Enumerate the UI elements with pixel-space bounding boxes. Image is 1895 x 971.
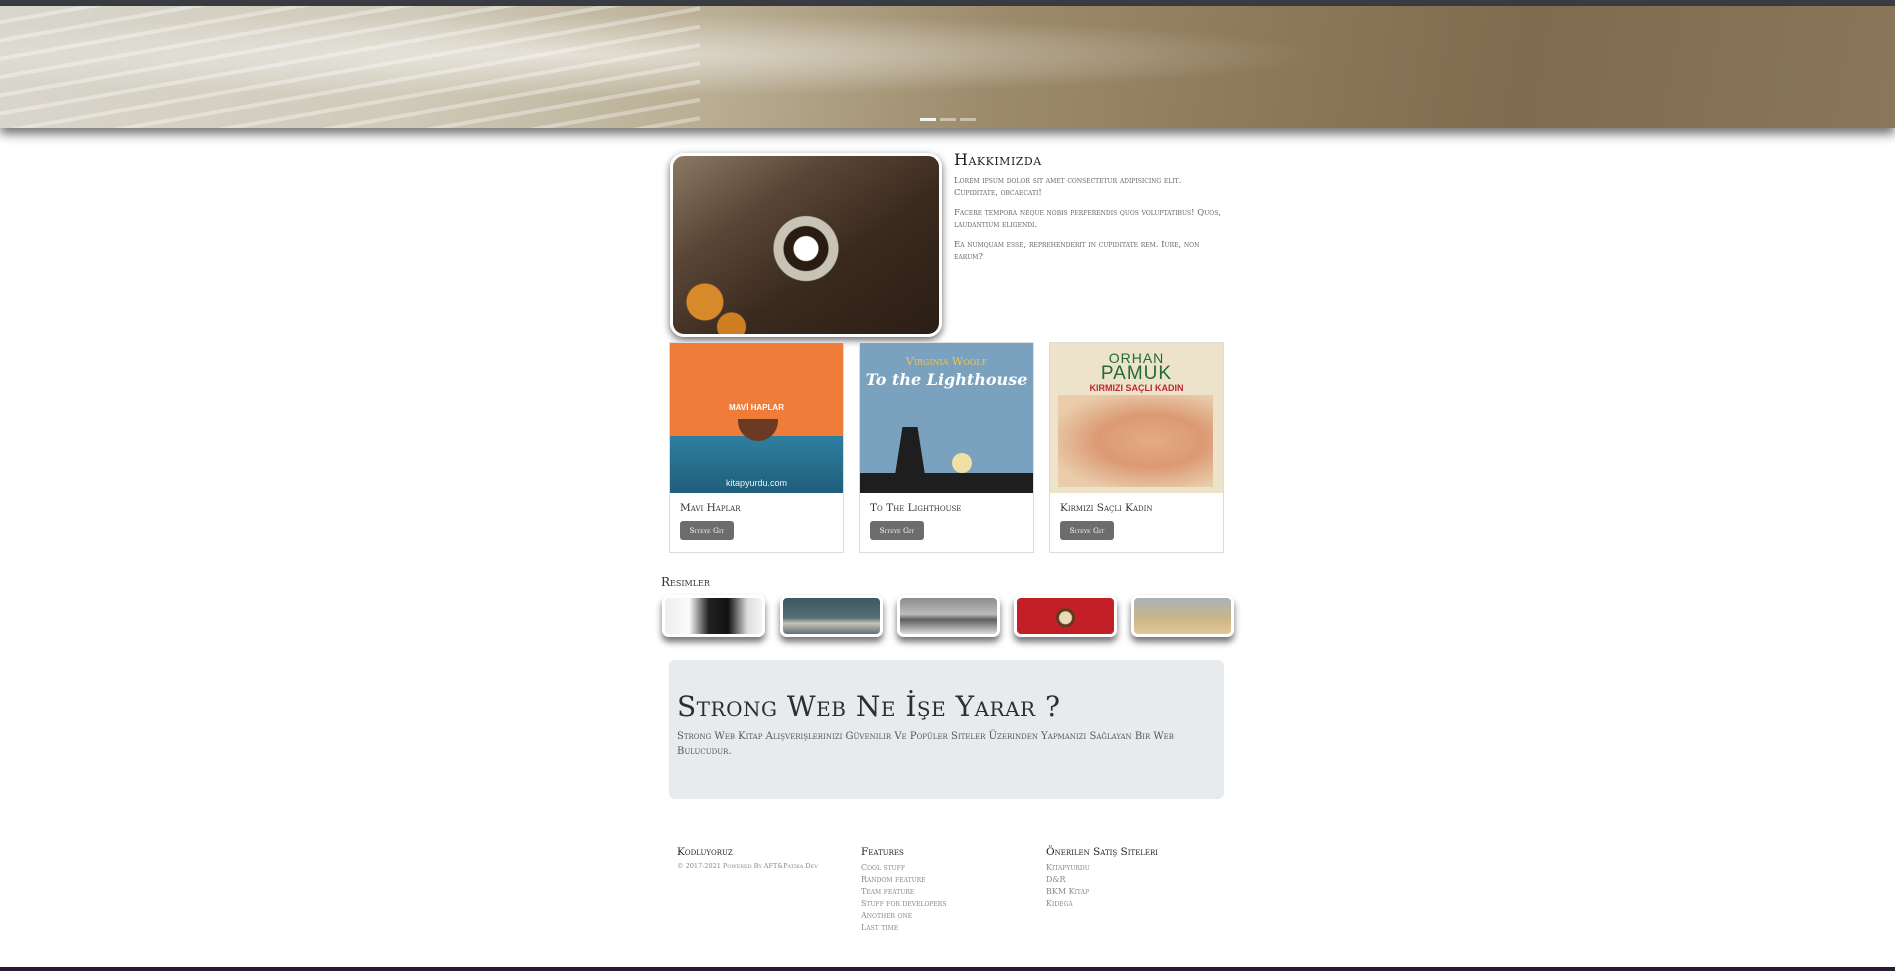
- bottom-bar: [0, 967, 1895, 971]
- footer-link[interactable]: BKM Kitap: [1046, 886, 1158, 898]
- footer-copyright: © 2017-2021 Powered By AFT&Patika Dev: [677, 862, 818, 870]
- gallery-thumb-coffee[interactable]: [1014, 595, 1117, 637]
- footer-link[interactable]: Last time: [861, 922, 946, 934]
- book-cover: Virginia Woolf To the Lighthouse: [860, 343, 1033, 493]
- about-image: [670, 153, 942, 337]
- footer-features: Features Cool stuff Random feature Team …: [861, 846, 946, 934]
- moon-illustration: [952, 453, 972, 473]
- gallery-thumb-clouds[interactable]: [780, 595, 883, 637]
- book-card-mavi-haplar: MAVİ HAPLAR kitapyurdu.com Mavi Haplar S…: [669, 342, 844, 553]
- carousel-indicator-2[interactable]: [940, 118, 956, 121]
- cover-site: kitapyurdu.com: [725, 478, 788, 488]
- hero-image: [0, 6, 700, 128]
- footer-sites-title: Önerilen Satiş Siteleri: [1046, 846, 1159, 858]
- gallery-thumb-lighthouse[interactable]: [897, 595, 1000, 637]
- gallery-thumb-woman[interactable]: [1131, 595, 1234, 637]
- book-card-to-the-lighthouse: Virginia Woolf To the Lighthouse To The …: [859, 342, 1034, 553]
- cover-author-last: PAMUK: [1100, 363, 1173, 384]
- siteye-git-button[interactable]: Siteye Git: [1060, 521, 1114, 540]
- lighthouse-illustration: [895, 427, 925, 475]
- footer-link[interactable]: Kidega: [1046, 898, 1158, 910]
- jumbotron-text: Strong Web Kitap Alişverişlerinizi Güven…: [677, 731, 1174, 757]
- about-paragraph-1: Lorem ipsum dolor sit amet consectetur a…: [954, 176, 1182, 198]
- footer-sites: Önerilen Satiş Siteleri Kitapyurdu D&R B…: [1046, 846, 1158, 910]
- footer-link[interactable]: Team feature: [861, 886, 946, 898]
- siteye-git-button[interactable]: Siteye Git: [680, 521, 734, 540]
- cover-title: To the Lighthouse: [865, 370, 1028, 389]
- portrait-illustration: [1058, 395, 1213, 487]
- gallery-title: Resimler: [661, 575, 710, 589]
- footer-link[interactable]: Kitapyurdu: [1046, 862, 1158, 874]
- about-title: Hakkimizda: [954, 150, 1042, 169]
- carousel-indicator-3[interactable]: [960, 118, 976, 121]
- siteye-git-button[interactable]: Siteye Git: [870, 521, 924, 540]
- cover-title: KIRMIZI SAÇLI KADIN: [1089, 383, 1184, 393]
- book-cover: MAVİ HAPLAR kitapyurdu.com: [670, 343, 843, 493]
- cover-title: MAVİ HAPLAR: [729, 403, 784, 412]
- jumbotron: Strong Web Ne İşe Yarar ? Strong Web Kit…: [669, 660, 1224, 799]
- book-cover: ORHAN PAMUK KIRMIZI SAÇLI KADIN: [1050, 343, 1223, 493]
- book-title: Kirmizi Saçli Kadin: [1060, 502, 1153, 514]
- gallery-thumb-hand[interactable]: [662, 595, 765, 637]
- footer-link[interactable]: Another one: [861, 910, 946, 922]
- footer-link[interactable]: D&R: [1046, 874, 1158, 886]
- about-paragraph-2: Facere tempora neque nobis perferendis q…: [954, 208, 1222, 230]
- carousel-indicator-1[interactable]: [920, 118, 936, 121]
- footer-link[interactable]: Cool stuff: [861, 862, 946, 874]
- hero-carousel[interactable]: [0, 6, 1895, 128]
- book-title: Mavi Haplar: [680, 502, 741, 514]
- footer-link[interactable]: Stuff for developers: [861, 898, 946, 910]
- jumbotron-title: Strong Web Ne İşe Yarar ?: [677, 690, 1061, 723]
- footer-brand: Kodluyoruz © 2017-2021 Powered By AFT&Pa…: [677, 846, 818, 870]
- boat-illustration: [738, 419, 778, 441]
- footer-link[interactable]: Random feature: [861, 874, 946, 886]
- cover-author: Virginia Woolf: [905, 355, 988, 368]
- about-paragraph-3: Ea numquam esse, reprehenderit in cupidi…: [954, 240, 1200, 262]
- book-card-kirmizi-sacli-kadin: ORHAN PAMUK KIRMIZI SAÇLI KADIN Kirmizi …: [1049, 342, 1224, 553]
- footer-brand-title: Kodluyoruz: [677, 846, 733, 858]
- book-title: To The Lighthouse: [870, 502, 962, 514]
- ground-illustration: [860, 473, 1033, 493]
- footer-features-title: Features: [861, 846, 904, 858]
